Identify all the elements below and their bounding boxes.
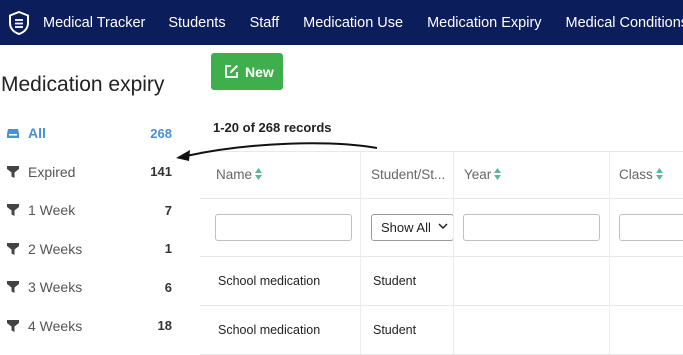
table-header: Name Student/St... Year Class	[200, 151, 683, 199]
top-navbar: Medical Tracker Students Staff Medicatio…	[0, 0, 683, 45]
sidebar-item-2-weeks[interactable]: 2 Weeks 1	[0, 230, 185, 269]
sidebar-item-count: 18	[157, 318, 172, 334]
year-filter-input[interactable]	[463, 214, 600, 241]
sidebar-item-4-weeks[interactable]: 4 Weeks 18	[0, 307, 185, 346]
shield-logo-icon	[9, 10, 29, 35]
sidebar-item-label: 3 Weeks	[28, 279, 83, 296]
column-header-year[interactable]: Year	[464, 152, 502, 198]
sort-icon	[255, 168, 263, 180]
column-divider	[609, 199, 610, 256]
column-label: Class	[619, 167, 653, 182]
brand[interactable]: Medical Tracker	[8, 10, 146, 35]
select-value: Show All	[381, 220, 431, 235]
filter-icon	[7, 281, 19, 294]
sidebar-item-count: 6	[164, 279, 172, 295]
nav-students[interactable]: Students	[168, 15, 225, 31]
table-row[interactable]: School medication Student	[200, 306, 683, 355]
sidebar-item-expired[interactable]: Expired 141	[0, 153, 185, 192]
chevron-down-icon	[438, 223, 448, 230]
inbox-icon	[7, 129, 19, 139]
column-divider	[453, 199, 454, 256]
column-divider	[609, 306, 610, 354]
column-divider	[453, 152, 454, 198]
sidebar-item-label: All	[28, 125, 46, 142]
class-filter-input[interactable]	[619, 214, 683, 241]
column-divider	[453, 257, 454, 305]
student-staff-filter-select[interactable]: Show All	[371, 214, 454, 241]
column-header-name[interactable]: Name	[216, 152, 263, 198]
new-button[interactable]: New	[211, 53, 283, 90]
main-content: New 1-20 of 268 records Name Student/St.…	[200, 45, 683, 355]
column-label: Student/St...	[371, 167, 446, 182]
filter-row: Show All	[200, 199, 683, 257]
column-divider	[360, 257, 361, 305]
column-divider	[360, 152, 361, 198]
sidebar-item-3-weeks[interactable]: 3 Weeks 6	[0, 268, 185, 307]
column-divider	[360, 306, 361, 354]
sidebar-item-all[interactable]: All 268	[0, 114, 185, 153]
column-header-student-staff[interactable]: Student/St...	[371, 152, 447, 198]
sidebar-item-label: Expired	[28, 163, 76, 180]
sidebar-item-label: 4 Weeks	[28, 317, 83, 334]
sort-icon	[494, 168, 502, 180]
brand-name: Medical Tracker	[43, 14, 146, 31]
sidebar-title: Medication expiry	[1, 73, 165, 96]
column-label: Year	[464, 167, 492, 182]
nav-medication-expiry[interactable]: Medication Expiry	[427, 15, 541, 31]
filter-icon	[7, 242, 19, 255]
column-divider	[609, 257, 610, 305]
filter-icon	[7, 165, 19, 178]
column-divider	[360, 199, 361, 256]
sort-icon	[655, 168, 663, 180]
name-filter-input[interactable]	[215, 214, 352, 241]
sidebar-item-count: 1	[164, 241, 172, 257]
nav-medical-conditions[interactable]: Medical Conditions	[566, 15, 683, 31]
sidebar-item-1-week[interactable]: 1 Week 7	[0, 191, 185, 230]
nav-staff[interactable]: Staff	[250, 15, 280, 31]
column-label: Name	[216, 167, 253, 182]
column-divider	[453, 306, 454, 354]
sidebar-item-count: 7	[164, 202, 172, 218]
filter-icon	[7, 319, 19, 332]
filter-icon	[7, 204, 19, 217]
sidebar-item-label: 2 Weeks	[28, 240, 83, 257]
sidebar-item-label: 1 Week	[28, 202, 76, 219]
nav-medication-use[interactable]: Medication Use	[303, 15, 403, 31]
column-header-class[interactable]: Class	[619, 152, 663, 198]
cell-name: School medication	[218, 274, 321, 288]
records-count: 1-20 of 268 records	[213, 120, 332, 135]
sidebar-item-count: 268	[150, 125, 172, 141]
sidebar-item-count: 141	[150, 164, 172, 180]
new-button-label: New	[245, 63, 274, 80]
sidebar: Medication expiry All 268 Expired 141 1 …	[0, 45, 185, 345]
cell-student-staff: Student	[373, 323, 417, 337]
column-divider	[609, 152, 610, 198]
table-row[interactable]: School medication Student	[200, 257, 683, 306]
records-table: Name Student/St... Year Class Show All S…	[200, 151, 683, 355]
main-nav: Students Staff Medication Use Medication…	[145, 15, 683, 31]
cell-student-staff: Student	[373, 274, 417, 288]
expiry-filter-list: All 268 Expired 141 1 Week 7 2 Weeks 1 3…	[0, 114, 185, 345]
cell-name: School medication	[218, 323, 321, 337]
edit-icon	[225, 65, 238, 78]
